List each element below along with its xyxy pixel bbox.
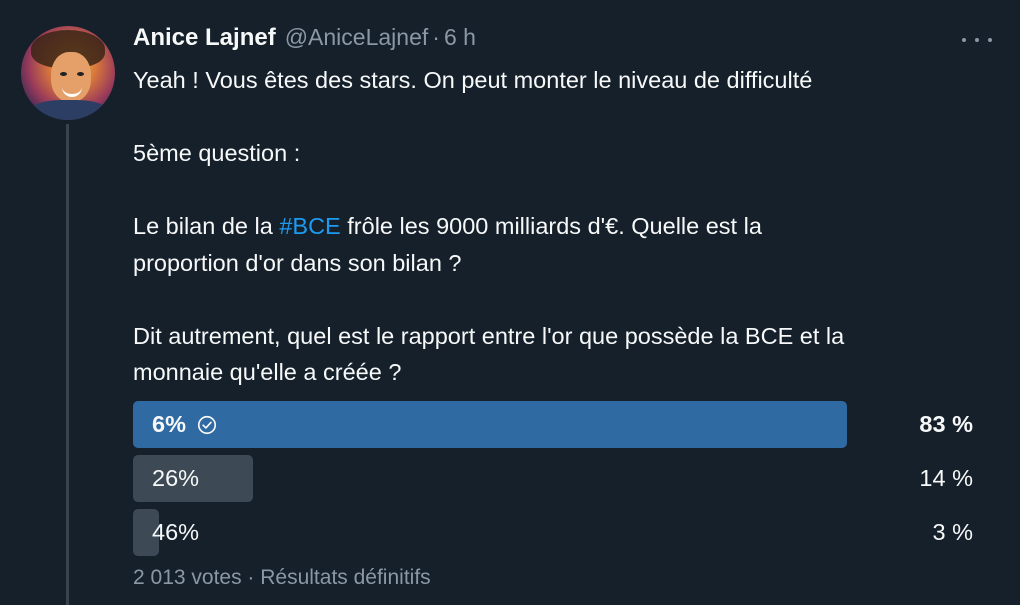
poll-option: 26% 14 % xyxy=(133,455,973,502)
avatar[interactable] xyxy=(21,26,115,120)
tweet-line: 5ème question : xyxy=(133,140,301,166)
tweet-line: Yeah ! Vous êtes des stars. On peut mont… xyxy=(133,67,813,93)
more-icon[interactable] xyxy=(962,30,992,50)
tweet-line: Le bilan de la #BCE frôle les 9000 milli… xyxy=(133,208,993,245)
poll-option: 46% 3 % xyxy=(133,509,973,556)
poll-option-text: 46% xyxy=(152,519,200,545)
tweet-line: Dit autrement, quel est le rapport entre… xyxy=(133,322,845,349)
tweet-header: Anice Lajnef @AniceLajnef · 6 h xyxy=(133,24,476,52)
tweet-text: Yeah ! Vous êtes des stars. On peut mont… xyxy=(133,62,993,391)
tweet-timestamp[interactable]: 6 h xyxy=(444,24,476,51)
poll-option-percent: 3 % xyxy=(932,519,974,545)
author-display-name[interactable]: Anice Lajnef xyxy=(133,24,276,52)
header-separator: · xyxy=(432,24,440,50)
tweet-text-segment: Le bilan de la xyxy=(133,213,280,239)
hashtag-link[interactable]: #BCE xyxy=(279,213,340,239)
poll-bar xyxy=(133,401,847,448)
tweet-line: monnaie qu'elle a créée ? xyxy=(133,359,402,385)
poll: 6% 83 % 26% 14 % 46% 3 % xyxy=(133,401,973,563)
poll-option-text: 6% xyxy=(152,411,186,437)
poll-option-label: 46% xyxy=(152,509,199,556)
tweet-text-segment: frôle les 9000 milliards d'€. Quelle est… xyxy=(340,213,762,239)
poll-option-text: 26% xyxy=(152,465,200,491)
check-circle-icon xyxy=(197,415,217,434)
poll-option-label: 26% xyxy=(152,455,199,502)
tweet-line: proportion d'or dans son bilan ? xyxy=(133,249,462,276)
poll-option-percent: 14 % xyxy=(919,465,973,491)
poll-option: 6% 83 % xyxy=(133,401,973,448)
poll-option-percent: 83 % xyxy=(919,411,973,437)
thread-line xyxy=(66,124,69,605)
poll-option-label: 6% xyxy=(152,401,218,448)
author-handle[interactable]: @AniceLajnef xyxy=(285,24,429,51)
poll-footer: 2 013 votes · Résultats définitifs xyxy=(133,566,431,589)
